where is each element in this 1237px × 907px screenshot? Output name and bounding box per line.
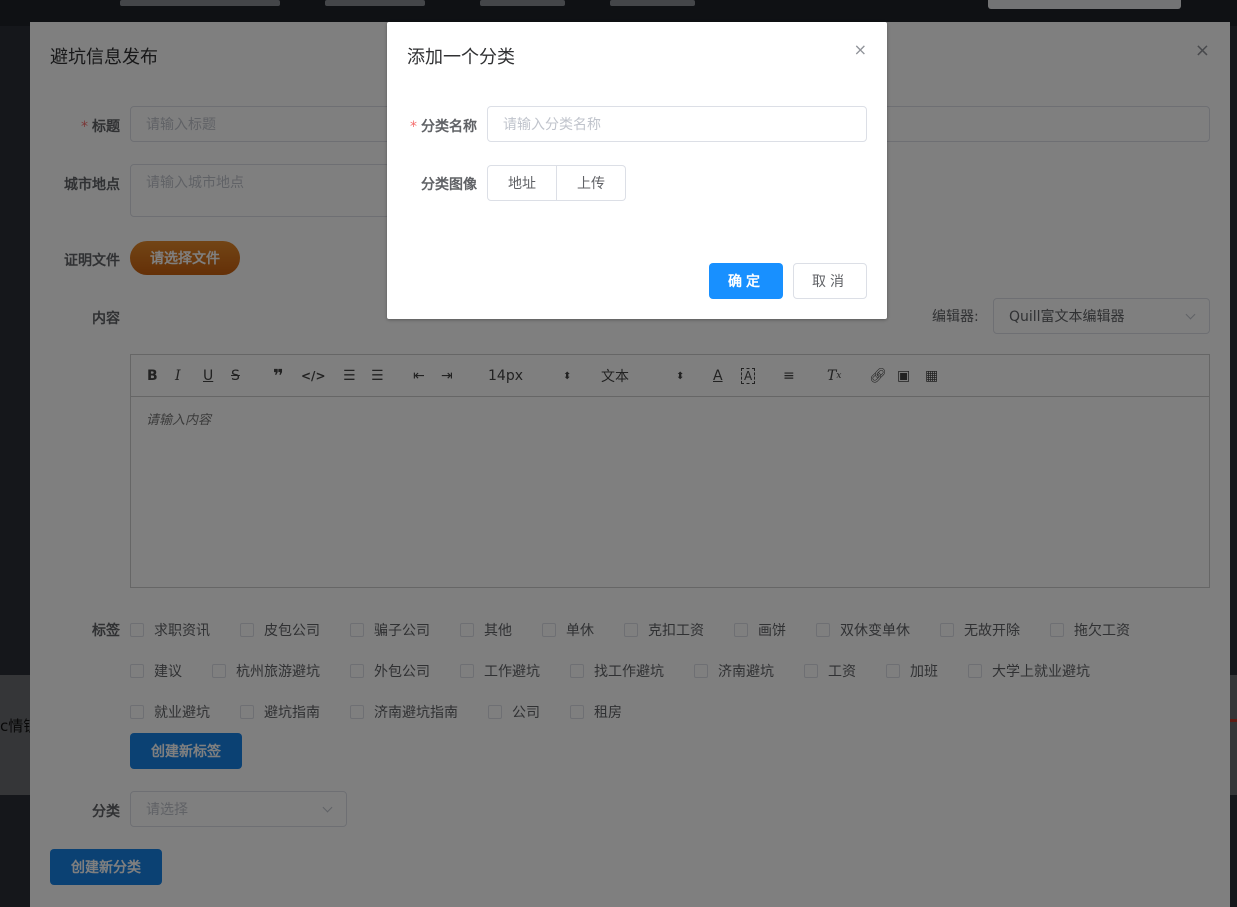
add-category-dialog: 添加一个分类 × * 分类名称 请输入分类名称 分类图像 地址 上传 确定 取消 [387,22,887,319]
category-name-input[interactable]: 请输入分类名称 [487,106,867,142]
image-url-button[interactable]: 地址 [487,165,557,201]
cancel-button[interactable]: 取消 [793,263,867,299]
confirm-button[interactable]: 确定 [709,263,783,299]
image-upload-button[interactable]: 上传 [557,165,626,201]
image-source-group: 地址 上传 [487,165,626,201]
close-icon[interactable]: × [854,40,867,59]
dialog-title: 添加一个分类 [407,47,515,68]
category-image-label: 分类图像 [421,177,477,193]
category-name-label: * 分类名称 [410,119,477,135]
